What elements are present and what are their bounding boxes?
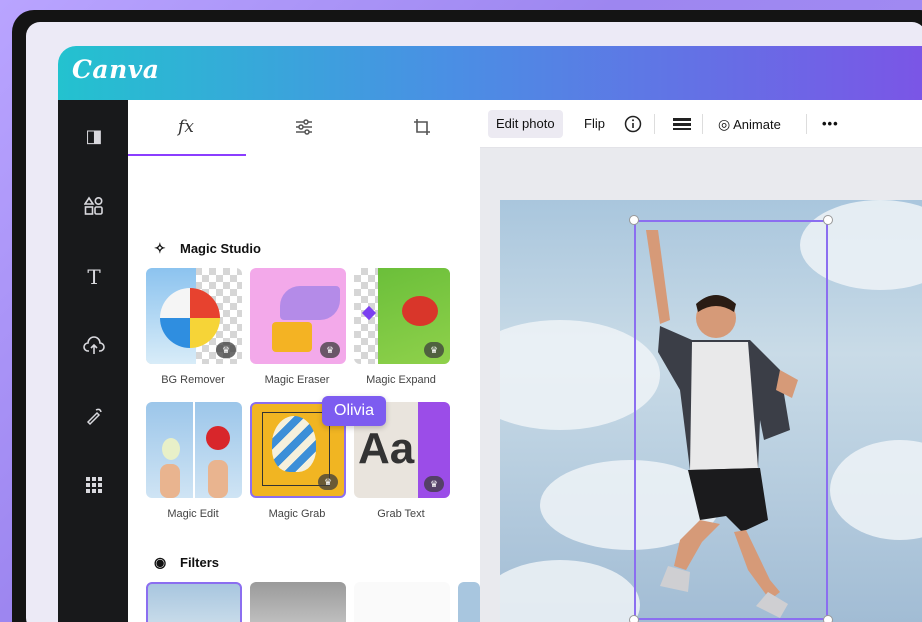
canva-logo[interactable]: Canva <box>72 55 160 84</box>
filter-thumb[interactable] <box>250 582 346 622</box>
tab-adjust[interactable] <box>284 114 324 140</box>
canvas-photo[interactable] <box>500 200 922 622</box>
tool-label: Magic Edit <box>167 508 219 520</box>
toolbar-divider <box>702 114 703 134</box>
adjust-sliders-icon <box>296 119 312 135</box>
resize-handle[interactable] <box>629 215 639 225</box>
info-icon[interactable] <box>616 110 650 138</box>
tool-label: Grab Text <box>377 508 425 520</box>
filter-thumb[interactable] <box>146 582 242 622</box>
filter-thumb[interactable] <box>458 582 480 622</box>
side-rail: ◨ T <box>58 100 128 622</box>
crown-icon: ♛ <box>424 342 444 358</box>
editor-toolbar: Edit photo Flip ◎ Animate ••• <box>480 100 922 148</box>
upload-cloud-icon[interactable] <box>83 336 105 358</box>
selection-box[interactable] <box>634 220 828 620</box>
panel-tabs: fx <box>128 100 480 156</box>
position-icon[interactable] <box>664 110 700 138</box>
collaborator-cursor-label: Olivia <box>322 396 387 426</box>
tab-effects[interactable]: fx <box>166 114 206 140</box>
elements-icon[interactable] <box>83 196 105 218</box>
resize-handle[interactable] <box>823 215 833 225</box>
active-tab-indicator <box>128 154 246 156</box>
magic-studio-heading: ✧ Magic Studio <box>154 240 261 256</box>
resize-handle[interactable] <box>823 615 833 622</box>
ladybug-icon <box>402 296 438 326</box>
draw-icon[interactable] <box>83 406 105 428</box>
magic-eraser-tile[interactable]: ♛ <box>250 268 346 364</box>
filters-heading: ◉ Filters <box>154 554 220 570</box>
filters-icon: ◉ <box>154 554 167 570</box>
filter-thumb[interactable] <box>354 582 450 622</box>
crown-icon: ♛ <box>318 474 338 490</box>
design-icon[interactable]: ◨ <box>83 126 105 148</box>
tool-label: Magic Grab <box>268 508 326 520</box>
toolbar-divider <box>806 114 807 134</box>
bg-remover-tile[interactable]: ♛ <box>146 268 242 364</box>
tab-crop[interactable] <box>402 114 442 140</box>
more-options-icon[interactable]: ••• <box>814 110 847 138</box>
canvas-area <box>480 148 922 622</box>
beach-ball-icon <box>160 288 220 348</box>
toolbar-divider <box>654 114 655 134</box>
animate-icon: ◎ <box>718 116 731 132</box>
apps-grid-icon[interactable] <box>83 476 105 498</box>
edit-photo-button[interactable]: Edit photo <box>488 110 563 138</box>
canva-editor: Canva ◨ T fx ✧ Magic Studio ♛ ♛ ♛ BG Rem… <box>58 46 922 622</box>
screen: Canva ◨ T fx ✧ Magic Studio ♛ ♛ ♛ BG Rem… <box>26 22 922 622</box>
magic-edit-tile[interactable] <box>146 402 242 498</box>
tool-label: Magic Expand <box>366 374 436 386</box>
tool-label: BG Remover <box>161 374 225 386</box>
flip-button[interactable]: Flip <box>576 110 613 138</box>
sparkle-icon: ✧ <box>154 240 166 256</box>
tool-label: Magic Eraser <box>264 374 330 386</box>
animate-button[interactable]: ◎ Animate <box>710 110 789 138</box>
crop-icon <box>414 119 430 135</box>
edit-photo-panel: fx ✧ Magic Studio ♛ ♛ ♛ BG Remover Magic… <box>128 100 480 622</box>
top-bar: Canva <box>58 46 922 100</box>
resize-handle[interactable] <box>629 615 639 622</box>
crown-icon: ♛ <box>320 342 340 358</box>
grab-text-sample: Aa <box>358 424 415 473</box>
magic-expand-tile[interactable]: ♛ <box>354 268 450 364</box>
crown-icon: ♛ <box>216 342 236 358</box>
text-icon[interactable]: T <box>83 266 105 288</box>
crown-icon: ♛ <box>424 476 444 492</box>
